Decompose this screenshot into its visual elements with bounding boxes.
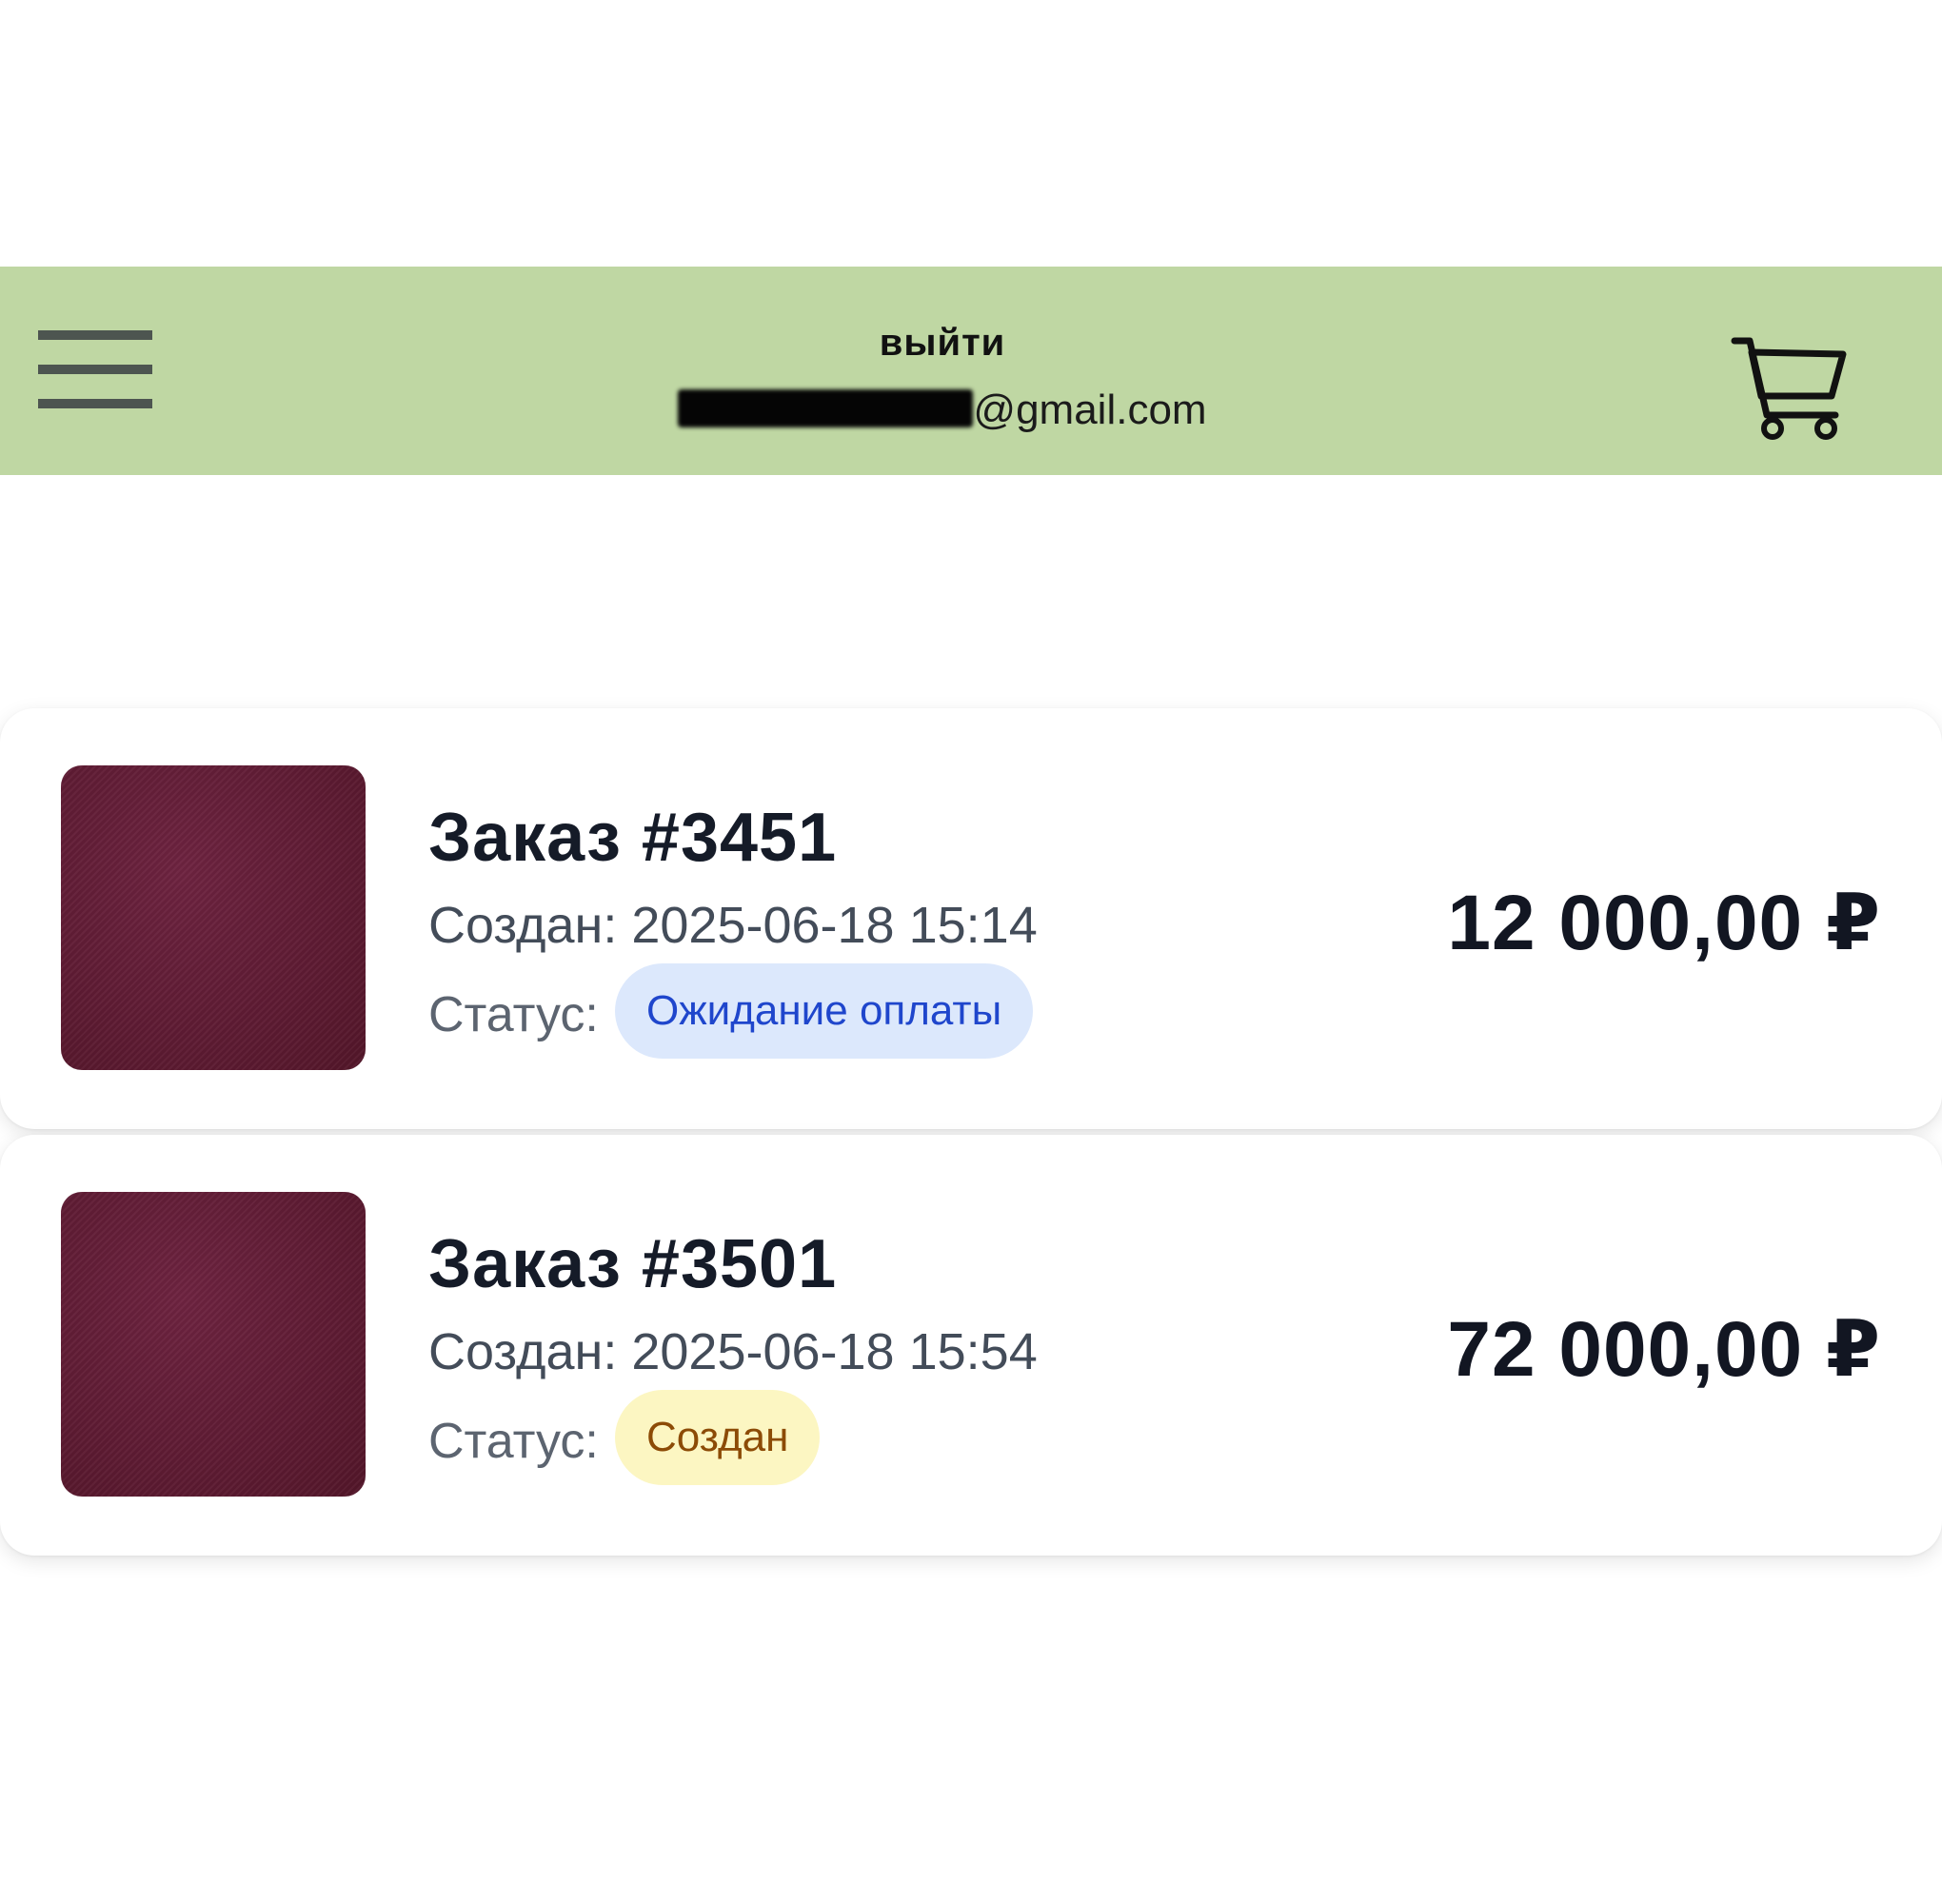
order-title: Заказ #3451 [428, 800, 838, 876]
order-price: 12 000,00 ₽ [1447, 880, 1881, 966]
order-status-label: Статус: [428, 1414, 599, 1469]
logout-link[interactable]: выйти [0, 322, 1885, 365]
order-created-date: Создан: 2025-06-18 15:14 [428, 897, 1038, 954]
order-thumbnail [61, 1192, 366, 1497]
shopping-cart-icon[interactable] [1731, 335, 1849, 442]
order-card[interactable]: Заказ #3451 Создан: 2025-06-18 15:14 Ста… [0, 708, 1942, 1129]
order-thumbnail [61, 765, 366, 1070]
order-title: Заказ #3501 [428, 1226, 838, 1302]
top-header: выйти @gmail.com [0, 267, 1942, 475]
email-domain: @gmail.com [973, 387, 1207, 433]
order-created-date: Создан: 2025-06-18 15:54 [428, 1323, 1038, 1380]
cart-icon-svg [1731, 337, 1847, 440]
order-card[interactable]: Заказ #3501 Создан: 2025-06-18 15:54 Ста… [0, 1135, 1942, 1556]
user-email: @gmail.com [0, 387, 1885, 434]
status-badge: Ожидание оплаты [615, 963, 1034, 1059]
order-status-label: Статус: [428, 987, 599, 1042]
status-badge: Создан [615, 1390, 821, 1485]
menu-bar [38, 365, 152, 374]
order-price: 72 000,00 ₽ [1447, 1306, 1881, 1393]
redacted-email-part [678, 389, 974, 427]
